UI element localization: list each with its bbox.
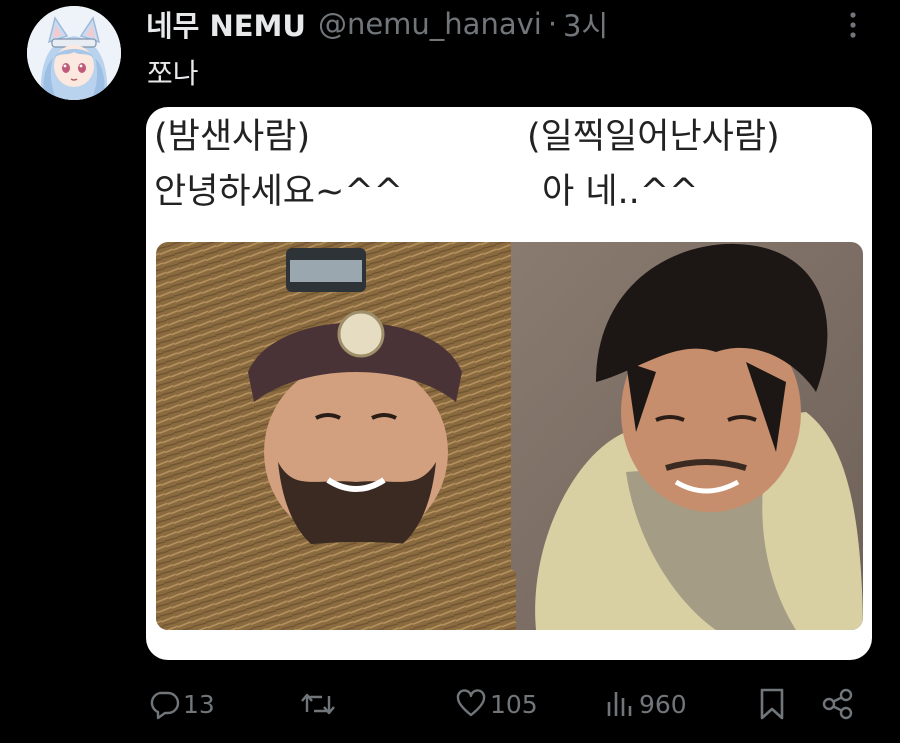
like-button[interactable]: 105 [455,680,538,728]
views-icon [604,688,636,720]
tweet-actions: 13 105 960 [0,680,900,730]
heart-icon [455,688,487,720]
share-button[interactable] [820,680,856,728]
views-button[interactable]: 960 [604,680,687,728]
caption-left-label: (밤샌사람) [154,117,311,157]
tweet-header: 네무 NEMU @nemu_hanavi · 3시 [146,4,608,44]
caption-right-label: (일찍일어난사람) [527,117,780,157]
reply-icon [148,688,180,720]
tweet-media[interactable]: (밤샌사람) 안녕하세요~^^ (일찍일어난사람) 아 네..^^ [146,107,872,660]
meme-photo [156,242,863,630]
more-options-button[interactable] [838,8,868,42]
user-handle[interactable]: @nemu_hanavi [318,7,542,41]
timestamp[interactable]: 3시 [563,3,608,45]
caption-right-line: 아 네..^^ [542,172,699,212]
reply-count: 13 [183,689,215,719]
tweet-text: 쪼나 [147,57,199,90]
share-icon [820,687,856,721]
separator-dot: · [547,7,558,41]
retweet-icon [300,688,336,720]
avatar-illustration [27,6,121,100]
reply-button[interactable]: 13 [148,680,215,728]
avatar[interactable] [27,6,121,100]
bookmark-button[interactable] [757,680,787,728]
views-count: 960 [639,689,687,719]
bookmark-icon [757,687,787,721]
caption-left-line: 안녕하세요~^^ [154,172,403,212]
display-name[interactable]: 네무 NEMU [146,3,306,45]
retweet-button[interactable] [300,680,339,728]
like-count: 105 [490,689,538,719]
more-vertical-icon [850,12,856,38]
